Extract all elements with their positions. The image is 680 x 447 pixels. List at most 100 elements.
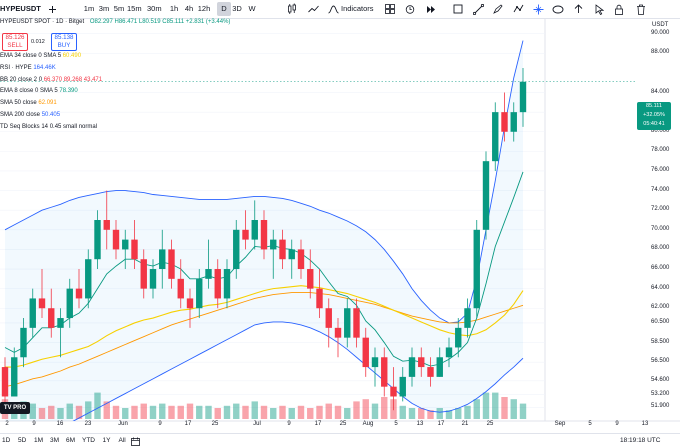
ohlc-low: L80.519	[138, 19, 161, 25]
candle-body	[177, 278, 184, 299]
candle-body	[510, 112, 517, 132]
time-tick: 5	[588, 421, 592, 427]
price-tick: 68.000	[651, 245, 670, 252]
volume-bar	[214, 408, 221, 419]
indicator-name: SMA 50 close	[0, 100, 39, 107]
volume-bar	[455, 408, 462, 419]
volume-bar	[140, 403, 147, 419]
indicator-value: 66.370 89.268 43.471	[43, 76, 103, 83]
volume-bar	[205, 405, 212, 419]
indicator-name: EMA 34 close 0 SMA 5	[0, 53, 63, 59]
ohlc-close: C85.111	[162, 19, 185, 25]
candle-body	[362, 337, 369, 368]
candle-body	[223, 269, 231, 299]
candle-body	[325, 308, 332, 328]
indicator-name: SMA 200 close	[0, 112, 42, 118]
current-price: 85.111	[645, 103, 662, 109]
candle-body	[344, 308, 351, 338]
indicator-legend[interactable]: TD Seq Blocks 14 0.45 small normal	[0, 124, 97, 130]
candle-countdown: 05:40:41	[643, 121, 665, 127]
buy-price: 85.138	[54, 34, 74, 41]
volume-bar	[66, 403, 73, 419]
volume-bar	[344, 408, 351, 419]
volume-bar	[48, 405, 55, 419]
candle-body	[418, 357, 425, 368]
indicator-value: 62.091	[38, 100, 57, 107]
indicator-name: RSI · HYPE	[0, 64, 34, 71]
time-tick: 9	[32, 421, 36, 427]
indicator-value: 50.405	[41, 112, 61, 118]
candle-body	[251, 220, 258, 240]
bottom-bar: 1D 5D 1M 3M 6M YTD 1Y All 18:19:18 UTC	[0, 433, 680, 447]
tradingview-logo[interactable]: TV PRO	[0, 402, 30, 414]
price-tick: 53.200	[651, 390, 670, 397]
candle-body	[140, 259, 147, 289]
range-6m[interactable]: 6M	[66, 434, 75, 447]
sell-price: 85.126	[5, 34, 25, 41]
buy-button[interactable]: 85.138 BUY	[51, 33, 77, 51]
volume-bar	[297, 405, 305, 419]
calendar-icon[interactable]	[128, 434, 142, 447]
volume-bar	[482, 392, 490, 419]
volume-bar	[260, 405, 268, 419]
candle-body	[168, 249, 175, 279]
candle-body	[112, 229, 120, 250]
indicator-legend[interactable]: EMA 8 close 0 SMA 5 78.390	[0, 88, 78, 94]
range-3m[interactable]: 3M	[50, 434, 59, 447]
time-tick: 2	[5, 421, 9, 427]
price-tick: 58.500	[651, 338, 670, 345]
sell-button[interactable]: 85.126 SELL	[2, 33, 28, 51]
price-tick: 62.000	[651, 304, 670, 311]
candle-body	[66, 288, 73, 319]
volume-bar	[251, 401, 258, 419]
volume-bar	[381, 397, 388, 419]
indicator-legend[interactable]: SMA 50 close 62.091	[0, 100, 57, 106]
candle-body	[20, 327, 27, 358]
time-tick: Jun	[118, 421, 128, 427]
indicator-legend[interactable]: BB 20 close 2 0 66.370 89.268 43.471	[0, 77, 102, 83]
time-tick: 25	[486, 421, 494, 427]
indicator-legend[interactable]: EMA 34 close 0 SMA 5 60.490	[0, 53, 81, 59]
volume-bar	[131, 405, 138, 419]
candle-body	[1, 367, 9, 397]
candle-body	[427, 367, 434, 377]
candle-body	[260, 220, 268, 250]
candle-body	[436, 357, 443, 377]
volume-bar	[223, 405, 231, 419]
price-tick: 84.000	[651, 88, 670, 95]
volume-bar	[408, 408, 416, 419]
range-1m[interactable]: 1M	[34, 434, 43, 447]
price-tick: 78.000	[651, 147, 670, 154]
range-all[interactable]: All	[119, 434, 126, 447]
current-price-tag: 85.111 +32.05% 05:40:41	[637, 102, 671, 130]
utc-clock[interactable]: 18:19:18 UTC	[620, 434, 660, 447]
candle-body	[186, 298, 194, 309]
indicator-value: 60.490	[62, 53, 82, 59]
candle-body	[316, 288, 323, 309]
price-tick: 54.600	[651, 376, 670, 383]
candle-body	[11, 357, 18, 397]
sell-label: SELL	[7, 42, 23, 49]
candle-body	[149, 269, 157, 289]
volume-bar	[371, 403, 379, 419]
candle-body	[38, 298, 46, 309]
candle-body	[214, 269, 221, 299]
candle-body	[288, 249, 295, 260]
range-1d[interactable]: 1D	[2, 434, 10, 447]
price-tick: 76.000	[651, 166, 670, 173]
time-tick: 13	[641, 421, 649, 427]
range-ytd[interactable]: YTD	[82, 434, 95, 447]
indicator-legend[interactable]: SMA 200 close 50.405	[0, 112, 60, 118]
indicator-name: BB 20 close 2 0	[0, 76, 44, 83]
volume-bar	[29, 403, 36, 419]
volume-bar	[38, 408, 46, 419]
currency-unit[interactable]: USDT	[652, 22, 668, 28]
volume-bar	[418, 408, 425, 419]
time-tick: Jul	[253, 421, 261, 427]
time-tick: 5	[394, 421, 398, 427]
indicator-legend[interactable]: RSI · HYPE 164.46K	[0, 65, 56, 71]
range-1y[interactable]: 1Y	[103, 434, 111, 447]
range-5d[interactable]: 5D	[18, 434, 26, 447]
candle-body	[131, 239, 138, 260]
price-chart[interactable]	[0, 0, 680, 447]
